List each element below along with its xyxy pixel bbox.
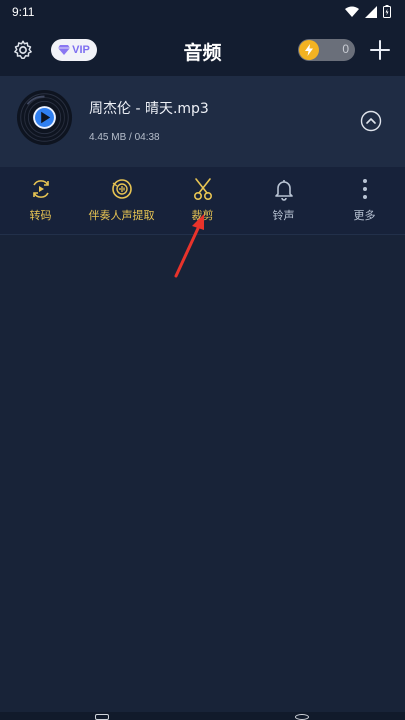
system-nav-bar [0, 712, 405, 720]
audio-screen: 9:11 VIP 音频 0 周杰伦 - 晴天.mp3 4.45 MB / 04:… [0, 0, 405, 720]
action-label: 转码 [29, 209, 52, 222]
action-ringtone[interactable]: 铃声 [243, 167, 324, 234]
status-time: 9:11 [12, 5, 35, 19]
nav-recent-icon[interactable] [95, 714, 109, 720]
coin-count: 0 [342, 42, 349, 56]
action-more[interactable]: 更多 [324, 167, 405, 234]
top-app-bar: VIP 音频 0 [0, 26, 405, 76]
signal-icon [365, 5, 377, 18]
coin-balance[interactable]: 0 [298, 39, 355, 61]
system-icons [345, 5, 391, 18]
scissors-icon [193, 178, 212, 201]
action-label: 伴奏人声提取 [88, 209, 155, 222]
status-bar: 9:11 [0, 0, 405, 26]
plus-icon[interactable] [369, 39, 391, 61]
action-label: 铃声 [272, 209, 295, 222]
pointer-arrow [174, 214, 204, 278]
chevron-up-icon[interactable] [360, 110, 382, 132]
bell-icon [274, 180, 293, 201]
action-vocal-extract[interactable]: 伴奏人声提取 [81, 167, 162, 234]
more-icon [362, 179, 367, 199]
vocal-extract-icon [111, 179, 132, 199]
lightning-icon [299, 40, 319, 60]
file-meta: 4.45 MB / 04:38 [89, 132, 160, 143]
audio-file-card[interactable]: 周杰伦 - 晴天.mp3 4.45 MB / 04:38 [0, 76, 405, 167]
action-label: 更多 [353, 209, 376, 222]
vinyl-disc-icon[interactable] [16, 89, 73, 146]
nav-home-icon[interactable] [295, 714, 309, 720]
action-convert[interactable]: 转码 [0, 167, 81, 234]
file-name: 周杰伦 - 晴天.mp3 [89, 101, 209, 117]
wifi-icon [345, 6, 359, 17]
battery-icon [383, 5, 391, 18]
convert-icon [32, 180, 49, 198]
